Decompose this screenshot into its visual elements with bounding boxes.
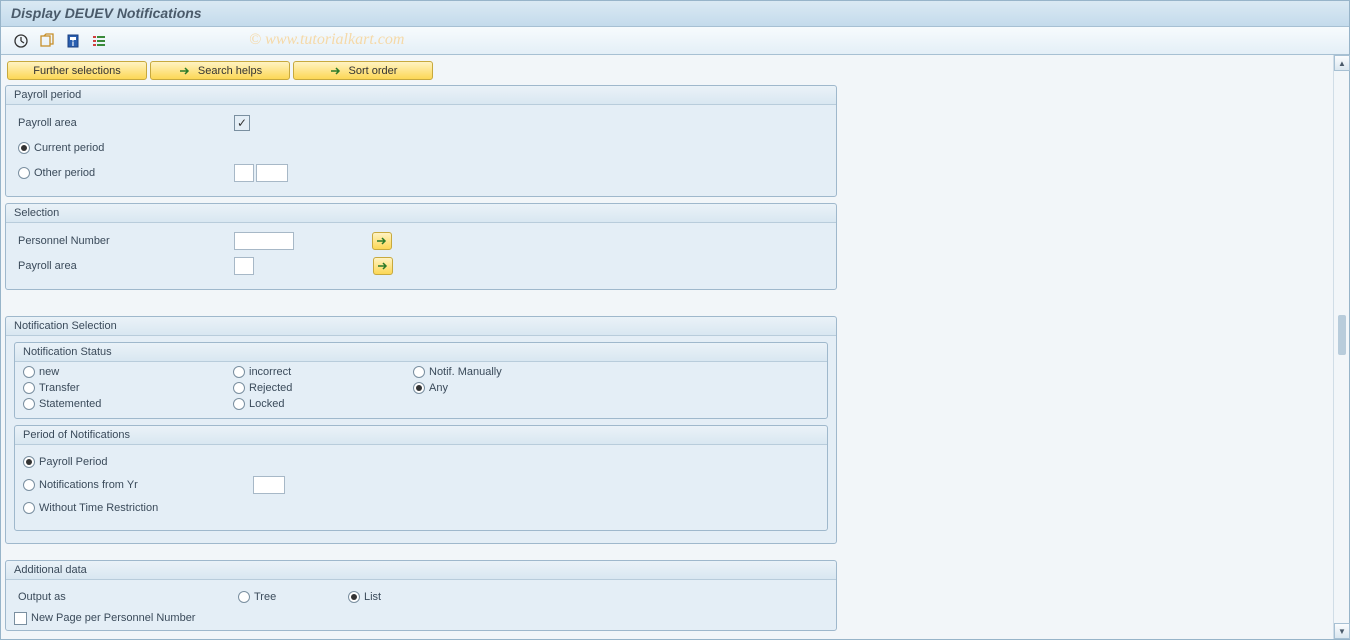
radio-icon [348, 591, 360, 603]
payroll-area-multiple-button[interactable] [373, 257, 393, 275]
output-tree-radio[interactable]: Tree [238, 591, 276, 603]
status-transfer-label: Transfer [39, 382, 80, 394]
other-period-input-1[interactable] [234, 164, 254, 182]
period-from-yr-label: Notifications from Yr [39, 479, 138, 491]
arrow-right-icon [329, 64, 343, 78]
period-of-notifications-title: Period of Notifications [15, 426, 827, 445]
execute-icon[interactable] [11, 31, 31, 51]
status-locked-radio[interactable]: Locked [233, 398, 413, 410]
personnel-number-multiple-button[interactable] [372, 232, 392, 250]
watermark: © www.tutorialkart.com [249, 31, 404, 49]
selection-title: Selection [6, 204, 836, 223]
status-new-label: new [39, 366, 59, 378]
info-icon[interactable]: i [63, 31, 83, 51]
status-transfer-radio[interactable]: Transfer [23, 382, 233, 394]
content-area: Further selections Search helps Sort ord… [1, 55, 1349, 639]
period-payroll-radio[interactable]: Payroll Period [23, 456, 253, 468]
additional-data-title: Additional data [6, 561, 836, 580]
title-bar: Display DEUEV Notifications [1, 1, 1349, 27]
notification-selection-group: Notification Selection Notification Stat… [5, 316, 837, 544]
period-payroll-label: Payroll Period [39, 456, 107, 468]
personnel-number-label: Personnel Number [14, 235, 234, 247]
new-page-checkbox-row[interactable]: New Page per Personnel Number [14, 612, 195, 625]
status-incorrect-label: incorrect [249, 366, 291, 378]
notification-status-title: Notification Status [15, 343, 827, 362]
selection-group: Selection Personnel Number Payroll area [5, 203, 837, 290]
current-period-label: Current period [34, 142, 104, 154]
personnel-number-input[interactable] [234, 232, 294, 250]
selection-button-row: Further selections Search helps Sort ord… [5, 59, 1345, 82]
status-any-label: Any [429, 382, 448, 394]
radio-icon [18, 142, 30, 154]
status-notif-manually-radio[interactable]: Notif. Manually [413, 366, 593, 378]
new-page-checkbox[interactable] [14, 612, 27, 625]
status-rejected-radio[interactable]: Rejected [233, 382, 413, 394]
additional-data-group: Additional data Output as Tree List [5, 560, 837, 631]
check-icon: ✓ [237, 116, 247, 130]
output-as-label: Output as [14, 591, 234, 603]
scroll-up-button[interactable]: ▲ [1334, 55, 1350, 71]
new-page-label: New Page per Personnel Number [31, 612, 195, 624]
further-selections-label: Further selections [33, 65, 120, 77]
radio-icon [233, 382, 245, 394]
status-statemented-label: Statemented [39, 398, 101, 410]
app-frame: Display DEUEV Notifications i © www.tuto… [0, 0, 1350, 640]
radio-icon [23, 479, 35, 491]
radio-icon [413, 366, 425, 378]
period-of-notifications-group: Period of Notifications Payroll Period N… [14, 425, 828, 531]
sort-order-label: Sort order [349, 65, 398, 77]
radio-icon [18, 167, 30, 179]
notification-status-group: Notification Status new incorrect Notif.… [14, 342, 828, 419]
arrow-right-icon [377, 260, 389, 272]
toolbar: i © www.tutorialkart.com [1, 27, 1349, 55]
status-incorrect-radio[interactable]: incorrect [233, 366, 413, 378]
payroll-period-title: Payroll period [6, 86, 836, 105]
payroll-area-sel-input[interactable] [234, 257, 254, 275]
vertical-scrollbar[interactable]: ▲ ▼ [1333, 55, 1349, 639]
radio-icon [23, 382, 35, 394]
radio-icon [238, 591, 250, 603]
period-from-yr-radio[interactable]: Notifications from Yr [23, 479, 253, 491]
arrow-right-icon [178, 64, 192, 78]
radio-icon [233, 366, 245, 378]
other-period-input-2[interactable] [256, 164, 288, 182]
payroll-area-sel-label: Payroll area [14, 260, 234, 272]
radio-icon [23, 398, 35, 410]
status-rejected-label: Rejected [249, 382, 292, 394]
scroll-thumb[interactable] [1338, 315, 1346, 355]
list-icon[interactable] [89, 31, 109, 51]
search-helps-label: Search helps [198, 65, 262, 77]
output-tree-label: Tree [254, 591, 276, 603]
radio-icon [23, 456, 35, 468]
payroll-area-label: Payroll area [14, 117, 234, 129]
radio-icon [23, 366, 35, 378]
payroll-period-group: Payroll period Payroll area ✓ Current pe… [5, 85, 837, 197]
arrow-right-icon [376, 235, 388, 247]
page-title: Display DEUEV Notifications [11, 5, 202, 21]
radio-icon [233, 398, 245, 410]
radio-icon [23, 502, 35, 514]
scroll-down-button[interactable]: ▼ [1334, 623, 1350, 639]
svg-text:i: i [72, 39, 74, 48]
output-list-radio[interactable]: List [348, 591, 381, 603]
status-statemented-radio[interactable]: Statemented [23, 398, 233, 410]
status-any-radio[interactable]: Any [413, 382, 593, 394]
radio-icon [413, 382, 425, 394]
search-helps-button[interactable]: Search helps [150, 61, 290, 80]
payroll-area-checkbox[interactable]: ✓ [234, 115, 250, 131]
notification-selection-title: Notification Selection [6, 317, 836, 336]
get-variant-icon[interactable] [37, 31, 57, 51]
status-new-radio[interactable]: new [23, 366, 233, 378]
notifications-from-yr-input[interactable] [253, 476, 285, 494]
period-without-restriction-radio[interactable]: Without Time Restriction [23, 502, 253, 514]
sort-order-button[interactable]: Sort order [293, 61, 433, 80]
status-notif-manually-label: Notif. Manually [429, 366, 502, 378]
further-selections-button[interactable]: Further selections [7, 61, 147, 80]
output-list-label: List [364, 591, 381, 603]
other-period-radio[interactable]: Other period [14, 167, 234, 179]
period-without-restriction-label: Without Time Restriction [39, 502, 158, 514]
other-period-label: Other period [34, 167, 95, 179]
status-locked-label: Locked [249, 398, 284, 410]
current-period-radio[interactable]: Current period [14, 142, 234, 154]
